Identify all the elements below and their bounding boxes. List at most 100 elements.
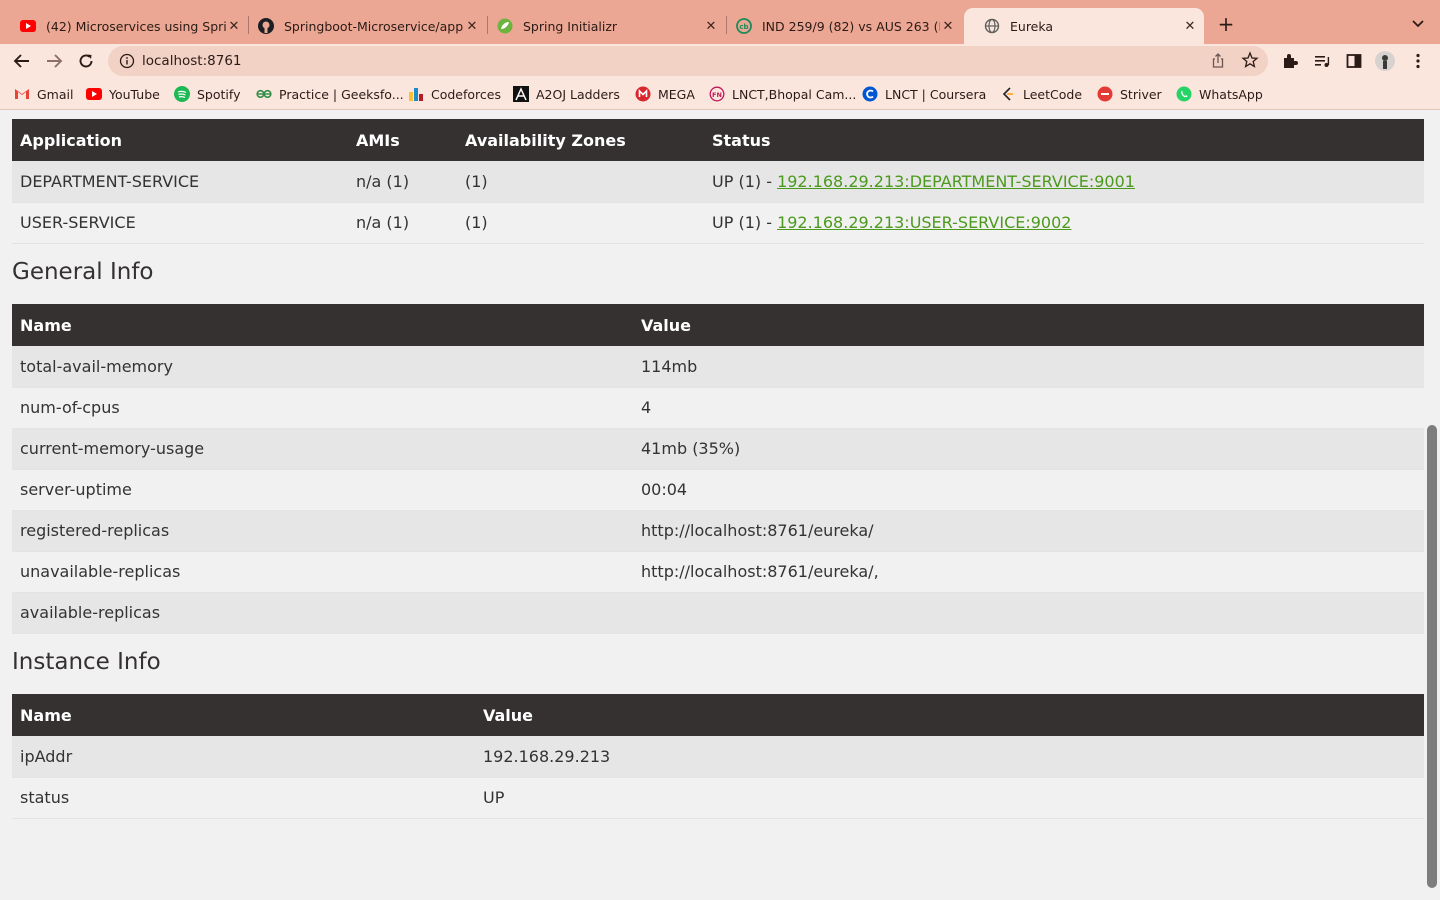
general-info-heading: General Info	[12, 259, 154, 285]
bookmark-star-icon[interactable]	[1241, 51, 1259, 69]
table-row: server-uptime 00:04	[12, 469, 1424, 511]
side-panel-icon[interactable]	[1344, 51, 1364, 71]
gmail-icon	[14, 86, 30, 102]
bookmark-label: Codeforces	[431, 86, 501, 102]
bookmark-mega[interactable]: MEGA	[635, 85, 695, 103]
extensions-icon[interactable]	[1280, 51, 1300, 71]
info-name: ipAddr	[12, 736, 475, 778]
status-text: UP (1) -	[712, 213, 778, 232]
info-name: unavailable-replicas	[12, 551, 633, 593]
tab-title: Springboot-Microservice/applic	[284, 18, 464, 34]
tab-title: (42) Microservices using Sprin	[46, 18, 226, 34]
coursera-icon	[862, 86, 878, 102]
tab-youtube[interactable]: (42) Microservices using Sprin ✕	[0, 8, 248, 44]
table-row: status UP	[12, 777, 1424, 819]
bookmark-label: Striver	[1120, 86, 1162, 102]
amis-value: n/a (1)	[348, 202, 457, 244]
svg-text:FN: FN	[712, 91, 722, 99]
bookmark-label: YouTube	[109, 86, 160, 102]
instances-table: Application AMIs Availability Zones Stat…	[12, 119, 1424, 244]
info-value: 4	[633, 387, 1424, 429]
bookmark-label: WhatsApp	[1199, 86, 1263, 102]
a2oj-icon	[513, 86, 529, 102]
tab-title: Eureka	[1010, 18, 1054, 34]
leetcode-icon	[1000, 86, 1016, 102]
column-header-application: Application	[12, 119, 348, 161]
column-header-value: Value	[633, 304, 1424, 346]
bookmark-geeksforgeeks[interactable]: Practice | Geeksfo...	[256, 85, 404, 103]
more-menu-icon[interactable]	[1408, 51, 1428, 71]
zones-value: (1)	[457, 202, 704, 244]
bookmark-a2oj[interactable]: A2OJ Ladders	[513, 85, 620, 103]
bookmarks-bar: Gmail YouTube Spotify Practice | Geeksfo…	[0, 78, 1440, 110]
back-button[interactable]	[11, 50, 33, 72]
media-control-icon[interactable]	[1312, 51, 1332, 71]
geeksforgeeks-icon	[256, 86, 272, 102]
info-icon[interactable]	[119, 53, 135, 69]
bookmark-whatsapp[interactable]: WhatsApp	[1176, 85, 1263, 103]
bookmark-label: MEGA	[658, 86, 695, 102]
bookmark-label: LeetCode	[1023, 86, 1083, 102]
bookmark-youtube[interactable]: YouTube	[86, 85, 160, 103]
bookmark-label: Gmail	[37, 86, 74, 102]
info-value: http://localhost:8761/eureka/,	[633, 551, 1424, 593]
bookmark-label: A2OJ Ladders	[536, 86, 620, 102]
info-value: http://localhost:8761/eureka/	[633, 510, 1424, 552]
forward-button[interactable]	[43, 50, 65, 72]
bookmark-gmail[interactable]: Gmail	[14, 85, 73, 103]
profile-avatar[interactable]	[1375, 51, 1395, 71]
bookmark-label: Practice | Geeksfo...	[279, 86, 404, 102]
table-row: total-avail-memory 114mb	[12, 346, 1424, 388]
bookmark-spotify[interactable]: Spotify	[174, 85, 240, 103]
info-name: current-memory-usage	[12, 428, 633, 470]
application-name: DEPARTMENT-SERVICE	[12, 161, 348, 203]
status-text: UP (1) -	[712, 171, 778, 191]
table-header-row: Name Value	[12, 304, 1424, 346]
instance-link[interactable]: 192.168.29.213:USER-SERVICE:9002	[777, 213, 1071, 232]
column-header-name: Name	[12, 694, 475, 736]
tab-github[interactable]: Springboot-Microservice/applic ✕	[238, 8, 486, 44]
close-icon[interactable]: ✕	[940, 19, 956, 34]
address-bar[interactable]: localhost:8761	[108, 46, 1268, 76]
youtube-icon	[20, 18, 36, 34]
chevron-down-icon[interactable]	[1409, 14, 1427, 32]
table-row: DEPARTMENT-SERVICE n/a (1) (1) UP (1) - …	[12, 161, 1424, 203]
column-header-availability-zones: Availability Zones	[457, 119, 704, 161]
application-name: USER-SERVICE	[12, 202, 348, 244]
github-icon	[258, 18, 274, 34]
reload-button[interactable]	[75, 50, 97, 72]
codeforces-icon	[408, 86, 424, 102]
table-header-row: Application AMIs Availability Zones Stat…	[12, 119, 1424, 161]
bookmark-lnct[interactable]: FN LNCT,Bhopal Cam...	[709, 85, 856, 103]
bookmark-striver[interactable]: Striver	[1097, 85, 1162, 103]
bookmark-codeforces[interactable]: Codeforces	[408, 85, 501, 103]
info-name: status	[12, 777, 475, 819]
instance-info-table: Name Value ipAddr 192.168.29.213 status …	[12, 694, 1424, 819]
whatsapp-icon	[1176, 86, 1192, 102]
url-text[interactable]: localhost:8761	[142, 53, 242, 69]
page-viewport: Application AMIs Availability Zones Stat…	[0, 111, 1440, 900]
browser-toolbar: localhost:8761	[0, 44, 1440, 78]
close-icon[interactable]: ✕	[1182, 19, 1198, 34]
share-icon[interactable]	[1209, 52, 1227, 70]
bookmark-label: LNCT,Bhopal Cam...	[732, 86, 857, 102]
info-value	[633, 592, 1424, 634]
table-row: available-replicas	[12, 592, 1424, 634]
tab-spring-initializr[interactable]: Spring Initializr ✕	[477, 8, 725, 44]
info-name: registered-replicas	[12, 510, 633, 552]
tab-title: Spring Initializr	[523, 18, 618, 34]
info-value: UP	[475, 777, 1424, 819]
tab-cricbuzz[interactable]: cb IND 259/9 (82) vs AUS 263 (M ✕	[716, 8, 962, 44]
column-header-status: Status	[704, 119, 1424, 161]
bookmark-leetcode[interactable]: LeetCode	[1000, 85, 1082, 103]
column-header-amis: AMIs	[348, 119, 457, 161]
instance-link[interactable]: 192.168.29.213:DEPARTMENT-SERVICE:9001	[777, 172, 1135, 191]
info-value: 00:04	[633, 469, 1424, 511]
bookmark-coursera[interactable]: LNCT | Coursera	[862, 85, 986, 103]
info-name: total-avail-memory	[12, 346, 633, 388]
tab-eureka[interactable]: Eureka ✕	[964, 8, 1204, 44]
striver-icon	[1097, 86, 1113, 102]
scrollbar-thumb[interactable]	[1427, 425, 1437, 888]
info-name: server-uptime	[12, 469, 633, 511]
new-tab-button[interactable]: +	[1216, 14, 1236, 34]
